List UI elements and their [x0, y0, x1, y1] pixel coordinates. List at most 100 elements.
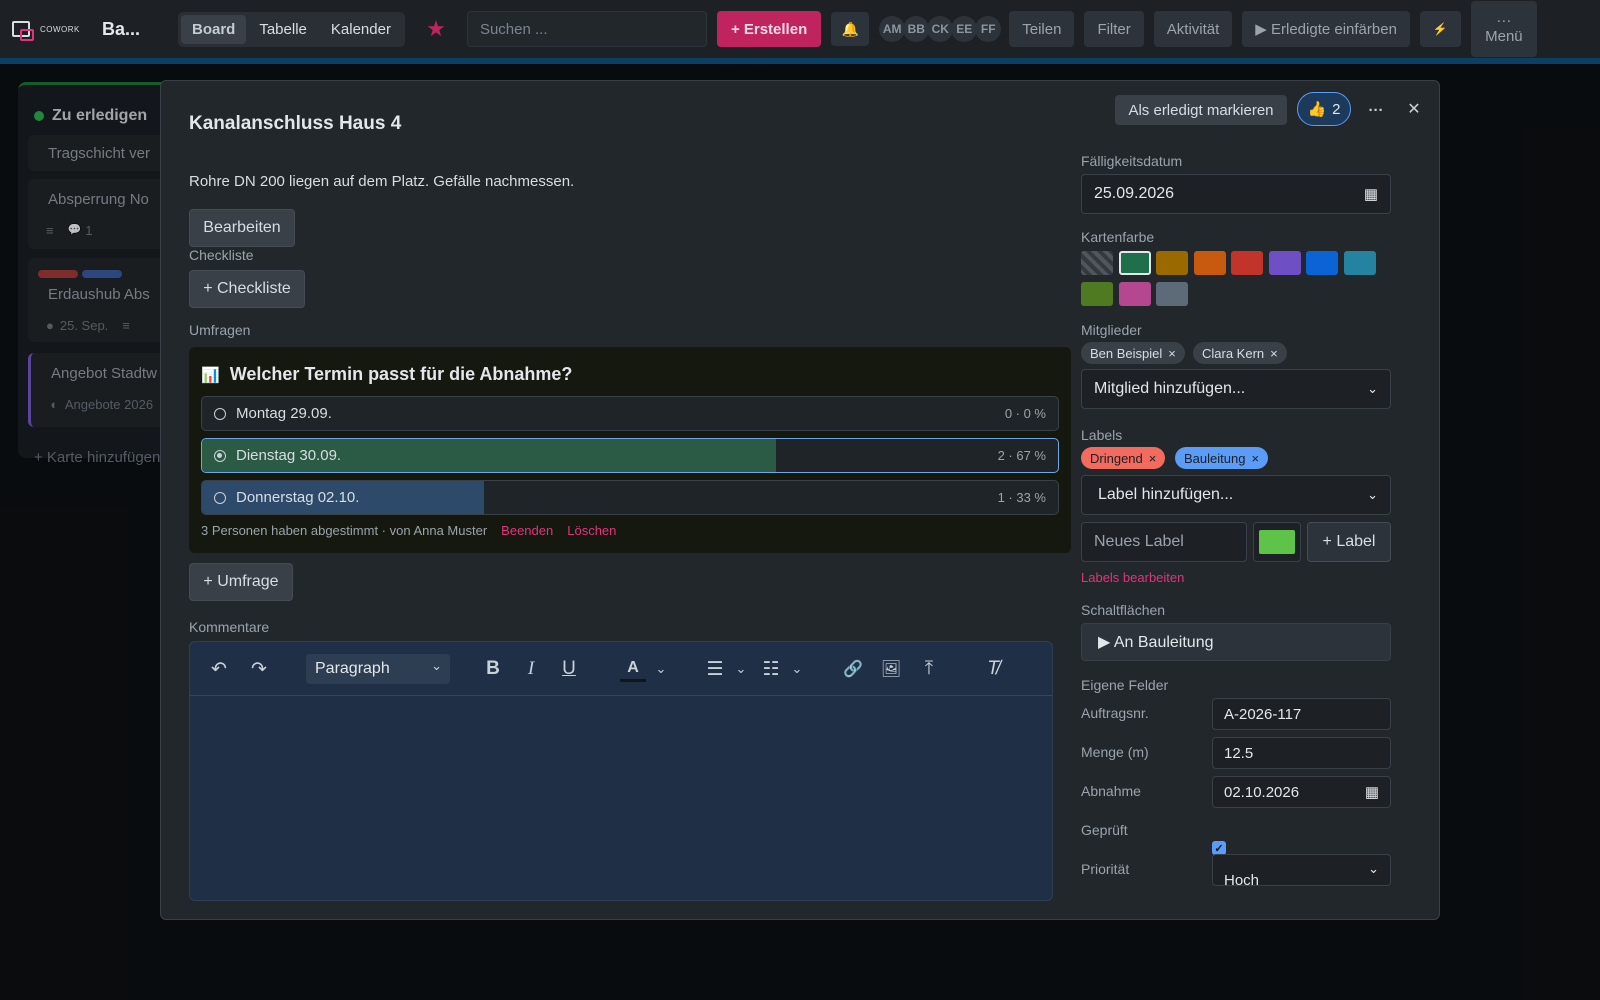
due-date-input[interactable]: 25.09.2026 ▦: [1081, 174, 1391, 214]
field-label: Priorität: [1081, 861, 1130, 877]
add-label-button[interactable]: + Label: [1307, 522, 1391, 562]
avatar[interactable]: AM: [879, 16, 906, 42]
color-swatch[interactable]: [1156, 251, 1188, 275]
delete-poll-link[interactable]: Löschen: [567, 523, 616, 538]
numbered-list-icon[interactable]: ☷: [758, 656, 784, 682]
color-swatch[interactable]: [1268, 251, 1301, 275]
color-swatch-none[interactable]: [1081, 251, 1113, 275]
add-poll-button[interactable]: + Umfrage: [189, 563, 293, 601]
avatar[interactable]: CK: [927, 16, 954, 42]
app-logo[interactable]: COWORK: [12, 14, 92, 44]
remove-icon[interactable]: ×: [1251, 451, 1259, 466]
card-description: Rohre DN 200 liegen auf dem Platz. Gefäl…: [189, 173, 575, 190]
remove-icon[interactable]: ×: [1270, 346, 1278, 361]
avatar[interactable]: EE: [951, 16, 978, 42]
remove-icon[interactable]: ×: [1149, 451, 1157, 466]
color-swatch[interactable]: [1081, 282, 1113, 306]
star-icon[interactable]: ★: [415, 16, 457, 42]
poll-summary: 3 Personen haben abgestimmt · von Anna M…: [201, 523, 488, 538]
card-title-heading[interactable]: Kanalanschluss Haus 4: [189, 113, 401, 135]
editor-toolbar: ↶ ↷ Paragraph ⌄ B I U A ⌄ ☰ ⌄ ☷ ⌄ 🔗 🖼 ⤒ …: [190, 642, 1052, 696]
redo-icon[interactable]: ↷: [246, 656, 272, 682]
avatar[interactable]: BB: [903, 16, 930, 42]
font-color-icon[interactable]: A: [620, 656, 646, 682]
color-done-button[interactable]: ▶ Erledigte einfärben: [1242, 11, 1410, 47]
share-button[interactable]: Teilen: [1009, 11, 1075, 47]
label-name: Bauleitung: [1184, 450, 1246, 466]
comment-editor: ↶ ↷ Paragraph ⌄ B I U A ⌄ ☰ ⌄ ☷ ⌄ 🔗 🖼 ⤒ …: [189, 641, 1053, 901]
color-swatch[interactable]: [1193, 251, 1226, 275]
field-label: Menge (m): [1081, 744, 1149, 760]
clear-format-icon[interactable]: T̸: [980, 656, 1006, 682]
color-swatch[interactable]: [1118, 251, 1151, 275]
field-acceptance-date[interactable]: 02.10.2026 ▦: [1212, 776, 1391, 808]
tab-calendar[interactable]: Kalender: [320, 15, 402, 44]
custom-fields-label: Eigene Felder: [1081, 677, 1169, 693]
menu-button[interactable]: ··· Menü: [1470, 1, 1537, 57]
filter-button[interactable]: Filter: [1084, 11, 1144, 47]
underline-icon[interactable]: U: [556, 656, 582, 682]
italic-icon[interactable]: I: [518, 656, 544, 682]
remove-icon[interactable]: ×: [1168, 346, 1176, 361]
board-title[interactable]: Ba...: [102, 19, 168, 40]
polls-label: Umfragen: [189, 322, 251, 338]
poll-option[interactable]: Dienstag 30.09. 2 · 67 %: [201, 438, 1059, 473]
avatar[interactable]: FF: [975, 16, 1002, 42]
block-format-select[interactable]: Paragraph ⌄: [306, 654, 450, 684]
member-name: Ben Beispiel: [1090, 345, 1163, 361]
label-chip: Bauleitung ×: [1175, 447, 1269, 469]
edit-description-button[interactable]: Bearbeiten: [189, 209, 295, 247]
color-swatch[interactable]: [1306, 251, 1338, 275]
image-icon[interactable]: 🖼: [878, 656, 904, 682]
edit-labels-link[interactable]: Labels bearbeiten: [1081, 570, 1184, 585]
poll-option-label: Donnerstag 02.10.: [236, 489, 360, 506]
action-button[interactable]: ▶ An Bauleitung: [1081, 623, 1391, 661]
color-swatch[interactable]: [1343, 251, 1376, 275]
field-order-number[interactable]: A-2026-117: [1212, 698, 1391, 730]
poll-option[interactable]: Donnerstag 02.10. 1 · 33 %: [201, 480, 1059, 515]
bell-icon[interactable]: 🔔: [831, 12, 870, 46]
color-swatch[interactable]: [1118, 282, 1151, 306]
comments-label: Kommentare: [189, 619, 270, 635]
end-poll-link[interactable]: Beenden: [501, 523, 553, 538]
add-checklist-button[interactable]: + Checkliste: [189, 270, 305, 308]
tab-table[interactable]: Tabelle: [248, 15, 318, 44]
field-priority-select[interactable]: Hoch ⌄: [1212, 854, 1391, 886]
due-date-label: Fälligkeitsdatum: [1081, 153, 1183, 169]
add-member-select[interactable]: Mitglied hinzufügen... ⌄: [1081, 369, 1391, 409]
poll-option-stat: 2 · 67 %: [997, 448, 1046, 463]
field-priority-value: Hoch: [1224, 872, 1260, 886]
logo-text: COWORK: [40, 24, 80, 34]
poll-question: 📊 Welcher Termin passt für die Abnahme?: [201, 364, 572, 385]
bullet-list-icon[interactable]: ☰: [702, 656, 728, 682]
checked-checkbox[interactable]: ✓: [1212, 841, 1226, 855]
bold-icon[interactable]: B: [480, 656, 506, 682]
poll-question-text: Welcher Termin passt für die Abnahme?: [229, 364, 573, 384]
tab-board[interactable]: Board: [181, 14, 247, 44]
chevron-down-icon[interactable]: ⌄: [728, 656, 754, 682]
create-button[interactable]: + Erstellen: [716, 11, 822, 47]
poll-option[interactable]: Montag 29.09. 0 · 0 %: [201, 396, 1059, 431]
color-swatch[interactable]: [1231, 251, 1263, 275]
chevron-down-icon[interactable]: ⌄: [648, 656, 674, 682]
color-preview: [1259, 530, 1295, 554]
member-name: Clara Kern: [1202, 345, 1265, 361]
upload-icon[interactable]: ⤒: [916, 656, 942, 682]
link-icon[interactable]: 🔗: [840, 656, 866, 682]
lightning-icon[interactable]: ⚡: [1419, 11, 1461, 47]
activity-button[interactable]: Aktivität: [1153, 11, 1233, 47]
add-label-select[interactable]: Label hinzufügen... ⌄: [1081, 475, 1391, 515]
member-avatars: AM BB CK EE FF: [879, 16, 1002, 42]
search-input[interactable]: [466, 11, 707, 47]
view-tabs: Board Tabelle Kalender: [178, 11, 405, 47]
chevron-down-icon[interactable]: ⌄: [784, 656, 810, 682]
undo-icon[interactable]: ↶: [206, 656, 232, 682]
new-label-input[interactable]: Neues Label: [1081, 522, 1247, 562]
label-chip: Dringend ×: [1081, 447, 1166, 469]
editor-content[interactable]: [190, 696, 1052, 902]
card-sidebar: Fälligkeitsdatum 25.09.2026 ▦ Kartenfarb…: [1081, 81, 1411, 919]
field-quantity[interactable]: 12.5: [1212, 737, 1391, 769]
color-swatch[interactable]: [1156, 282, 1188, 306]
labels-label: Labels: [1081, 427, 1123, 443]
new-label-color-picker[interactable]: [1253, 522, 1301, 562]
